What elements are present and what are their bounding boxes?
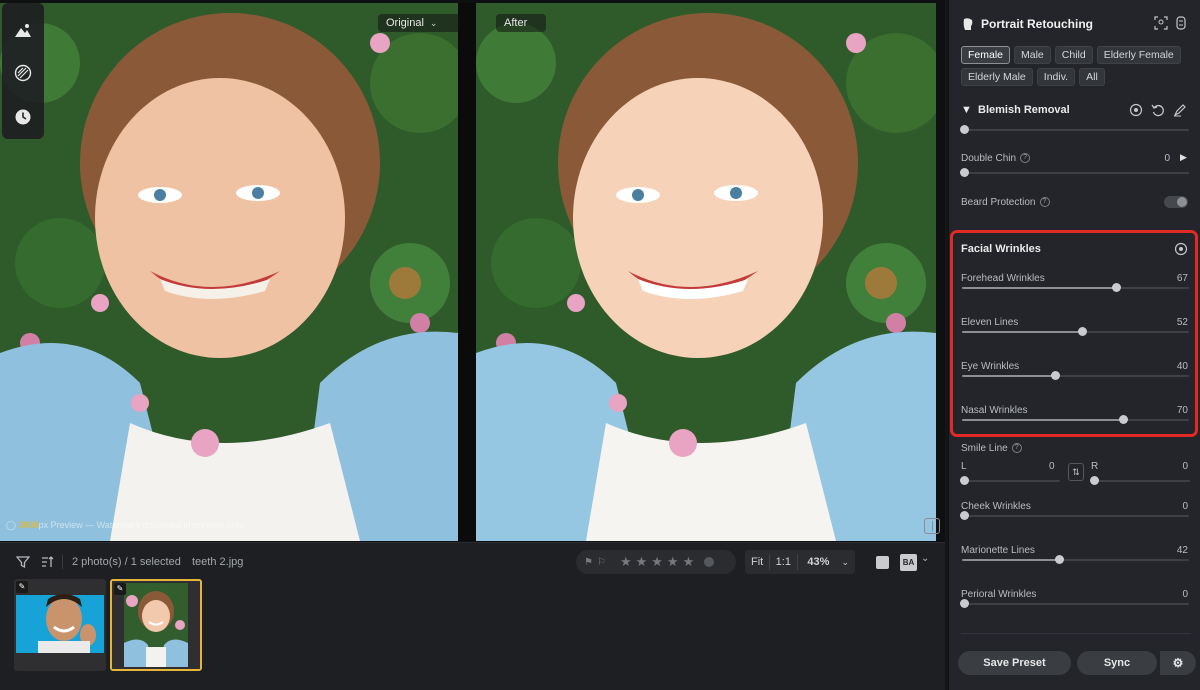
zoom-fit-button[interactable]: Fit xyxy=(745,556,769,568)
edited-pen-icon: ✎ xyxy=(16,581,28,593)
preset-chip[interactable]: Elderly Female xyxy=(1096,46,1181,64)
star-icon[interactable]: ★ xyxy=(620,554,632,570)
split-view-icon[interactable] xyxy=(924,518,940,534)
slider-knob[interactable] xyxy=(1055,555,1065,564)
slider[interactable] xyxy=(962,553,1189,567)
smile-line-r-value: 0 xyxy=(1182,461,1188,472)
thumbnail-1[interactable]: ✎ xyxy=(14,579,106,671)
filter-icon[interactable] xyxy=(16,555,30,569)
smile-line-label: Smile Line? xyxy=(961,443,1022,454)
rating-bar: ⚑ ⚐ ★ ★ ★ ★ ★ xyxy=(576,550,736,574)
double-chin-label: Double Chin? xyxy=(961,153,1031,164)
chevron-down-icon[interactable]: ⌄ xyxy=(835,557,855,568)
sync-button[interactable]: Sync xyxy=(1077,651,1157,675)
texture-icon[interactable] xyxy=(11,61,35,85)
preset-chip[interactable]: All xyxy=(1079,68,1105,86)
preset-chip[interactable]: Male xyxy=(1014,46,1051,64)
portrait-mountain-icon[interactable] xyxy=(11,19,35,43)
chevron-down-icon: ⌄ xyxy=(429,18,438,28)
help-icon[interactable]: ? xyxy=(1011,443,1022,454)
sort-icon[interactable] xyxy=(40,555,54,569)
beard-protection-toggle[interactable] xyxy=(1164,196,1188,208)
help-icon[interactable]: ? xyxy=(1039,197,1050,208)
expand-arrow-icon[interactable]: ▶ xyxy=(1180,152,1187,163)
color-label-dot[interactable] xyxy=(704,557,715,567)
after-label: After xyxy=(496,14,546,32)
double-chin-slider[interactable] xyxy=(960,166,1189,180)
file-name: teeth 2.jpg xyxy=(192,556,244,568)
zoom-1to1-button[interactable]: 1:1 xyxy=(770,556,797,568)
preset-chip[interactable]: Female xyxy=(961,46,1011,64)
face-detect-icon[interactable] xyxy=(1154,16,1168,30)
original-photo xyxy=(0,3,458,541)
reject-flag-icon[interactable]: ⚐ xyxy=(597,557,606,568)
edited-pen-icon: ✎ xyxy=(114,583,126,595)
split-divider[interactable] xyxy=(458,3,476,541)
history-clock-icon[interactable] xyxy=(11,105,35,129)
preset-chip[interactable]: Indiv. xyxy=(1036,68,1076,86)
compare-icon[interactable] xyxy=(1174,16,1188,30)
original-view-dropdown[interactable]: Original ⌄ xyxy=(378,14,460,32)
smile-line-l-value: 0 xyxy=(1049,461,1055,472)
left-tool-rail xyxy=(2,3,44,139)
portrait-icon xyxy=(963,18,973,30)
footer-divider xyxy=(961,633,1191,634)
slider-knob[interactable] xyxy=(960,599,969,608)
photo-count: 2 photo(s) / 1 selected xyxy=(72,556,181,568)
blemish-slider[interactable] xyxy=(960,123,1189,137)
after-photo xyxy=(476,3,936,541)
preset-chip[interactable]: Child xyxy=(1054,46,1093,64)
star-icon[interactable]: ★ xyxy=(651,554,663,570)
brush-edit-icon[interactable] xyxy=(1173,103,1187,117)
star-icon[interactable]: ★ xyxy=(683,554,695,570)
watermark-prefix: 3000 xyxy=(18,520,39,530)
original-label: Original xyxy=(386,17,424,29)
double-chin-value: 0 xyxy=(1164,153,1170,164)
beard-protection-label: Beard Protection? xyxy=(961,197,1050,208)
slider-knob[interactable] xyxy=(960,511,969,520)
zoom-value[interactable]: 43% xyxy=(797,556,835,568)
preview-area: Original ⌄ After ◯ 3000px Preview — Water… xyxy=(0,0,945,542)
star-icon[interactable]: ★ xyxy=(636,554,648,570)
zoom-control: Fit 1:1 43% ⌄ xyxy=(745,550,855,574)
facial-wrinkles-highlight xyxy=(950,230,1198,437)
thumbnail-2-selected[interactable]: ✎ xyxy=(110,579,202,671)
slider[interactable] xyxy=(960,597,1189,611)
save-preset-button[interactable]: Save Preset xyxy=(958,651,1071,675)
link-icon[interactable]: ⇅ xyxy=(1068,463,1084,481)
before-after-icon[interactable]: BA xyxy=(900,554,917,571)
slider[interactable] xyxy=(960,509,1189,523)
gender-preset-chips: Female Male Child Elderly Female Elderly Mal… xyxy=(961,46,1197,86)
watermark-text: px Preview — Watermark displayed in prev… xyxy=(38,520,245,530)
separator xyxy=(62,555,63,569)
panel-title: Portrait Retouching xyxy=(981,17,1094,31)
visibility-icon[interactable] xyxy=(1129,103,1143,117)
reset-icon[interactable] xyxy=(1151,103,1165,117)
blemish-title: Blemish Removal xyxy=(978,104,1070,116)
smile-line-l-slider[interactable] xyxy=(960,474,1060,488)
smile-line-r-label: R xyxy=(1091,461,1099,472)
star-icon[interactable]: ★ xyxy=(667,554,679,570)
blemish-section-header[interactable]: ▼ Blemish Removal xyxy=(961,104,1070,116)
smile-line-r-slider[interactable] xyxy=(1090,474,1190,488)
chevron-down-icon[interactable]: ⌄ xyxy=(921,553,929,564)
smile-line-l-label: L xyxy=(961,461,967,472)
preset-chip[interactable]: Elderly Male xyxy=(961,68,1033,86)
help-icon[interactable]: ? xyxy=(1020,153,1031,164)
flag-icon[interactable]: ⚑ xyxy=(584,557,593,568)
watermark-notice: ◯ 3000px Preview — Watermark displayed i… xyxy=(6,520,245,530)
single-view-icon[interactable] xyxy=(876,556,889,569)
sync-settings-icon[interactable]: ⚙ xyxy=(1160,651,1196,675)
